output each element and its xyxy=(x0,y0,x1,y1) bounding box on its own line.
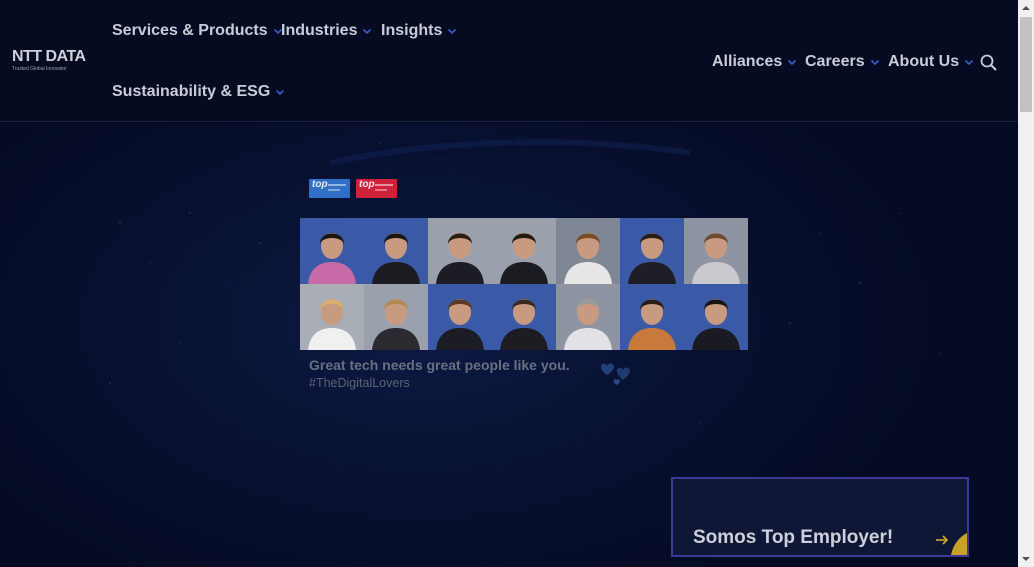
ntt-data-logo[interactable]: NTT DATA Trusted Global Innovator xyxy=(12,49,94,73)
chevron-down-icon xyxy=(870,59,879,66)
nav-label: Alliances xyxy=(712,53,783,70)
employee-portrait xyxy=(556,218,620,284)
employee-portrait xyxy=(620,218,684,284)
nav-label: About Us xyxy=(888,53,960,70)
nav-about-us[interactable]: About Us xyxy=(888,51,974,73)
employee-portrait xyxy=(300,218,364,284)
nav-industries[interactable]: Industries xyxy=(281,20,372,42)
employee-portrait xyxy=(556,284,620,350)
chevron-down-icon xyxy=(788,59,797,66)
hero-hashtag: #TheDigitalLovers xyxy=(309,376,410,390)
scrollbar-thumb[interactable] xyxy=(1020,17,1032,112)
search-icon[interactable] xyxy=(979,53,999,73)
nav-label: Sustainability & ESG xyxy=(112,83,271,100)
nav-label: Industries xyxy=(281,22,358,39)
badge-text: top xyxy=(312,179,328,190)
nav-label: Services & Products xyxy=(112,22,268,39)
badge-text: top xyxy=(359,179,375,190)
nav-careers[interactable]: Careers xyxy=(805,51,880,73)
nav-services-products[interactable]: Services & Products xyxy=(112,20,283,42)
site-header: NTT DATA Trusted Global Innovator Servic… xyxy=(0,0,1018,122)
employee-portrait xyxy=(492,284,556,350)
employee-photo-grid xyxy=(300,218,748,350)
nav-sustainability-esg[interactable]: Sustainability & ESG xyxy=(112,81,285,103)
employee-portrait xyxy=(428,218,492,284)
employee-portrait xyxy=(428,284,492,350)
employee-portrait xyxy=(620,284,684,350)
employee-portrait xyxy=(300,284,364,350)
nav-alliances[interactable]: Alliances xyxy=(712,51,797,73)
top-employer-badges: top top xyxy=(309,179,397,198)
vertical-scrollbar[interactable] xyxy=(1018,0,1034,567)
top-employer-promo-card[interactable]: Somos Top Employer! xyxy=(671,477,969,557)
hearts-icon xyxy=(600,363,630,385)
employee-portrait xyxy=(364,284,428,350)
top-employer-badge: top xyxy=(356,179,397,198)
employee-portrait xyxy=(684,218,748,284)
logo-tagline: Trusted Global Innovator xyxy=(12,66,67,72)
hero-banner: top top Great tech needs great people li… xyxy=(0,123,1018,567)
scroll-down-arrow-icon[interactable] xyxy=(1018,550,1034,567)
top-employer-badge: top xyxy=(309,179,350,198)
nav-label: Careers xyxy=(805,53,865,70)
employee-portrait xyxy=(364,218,428,284)
page: NTT DATA Trusted Global Innovator Servic… xyxy=(0,0,1018,567)
promo-title: Somos Top Employer! xyxy=(693,527,894,548)
chevron-down-icon xyxy=(965,59,974,66)
employee-portrait xyxy=(684,284,748,350)
chevron-down-icon xyxy=(276,89,285,96)
arrow-right-icon xyxy=(936,535,949,545)
hero-tagline: Great tech needs great people like you. xyxy=(309,357,570,373)
chevron-down-icon xyxy=(448,28,457,35)
chevron-down-icon xyxy=(363,28,372,35)
nav-label: Insights xyxy=(381,22,443,39)
logo-wordmark: NTT DATA xyxy=(12,48,86,65)
nav-insights[interactable]: Insights xyxy=(381,20,457,42)
scroll-up-arrow-icon[interactable] xyxy=(1018,0,1034,17)
employee-portrait xyxy=(492,218,556,284)
promo-corner-accent xyxy=(951,533,967,555)
